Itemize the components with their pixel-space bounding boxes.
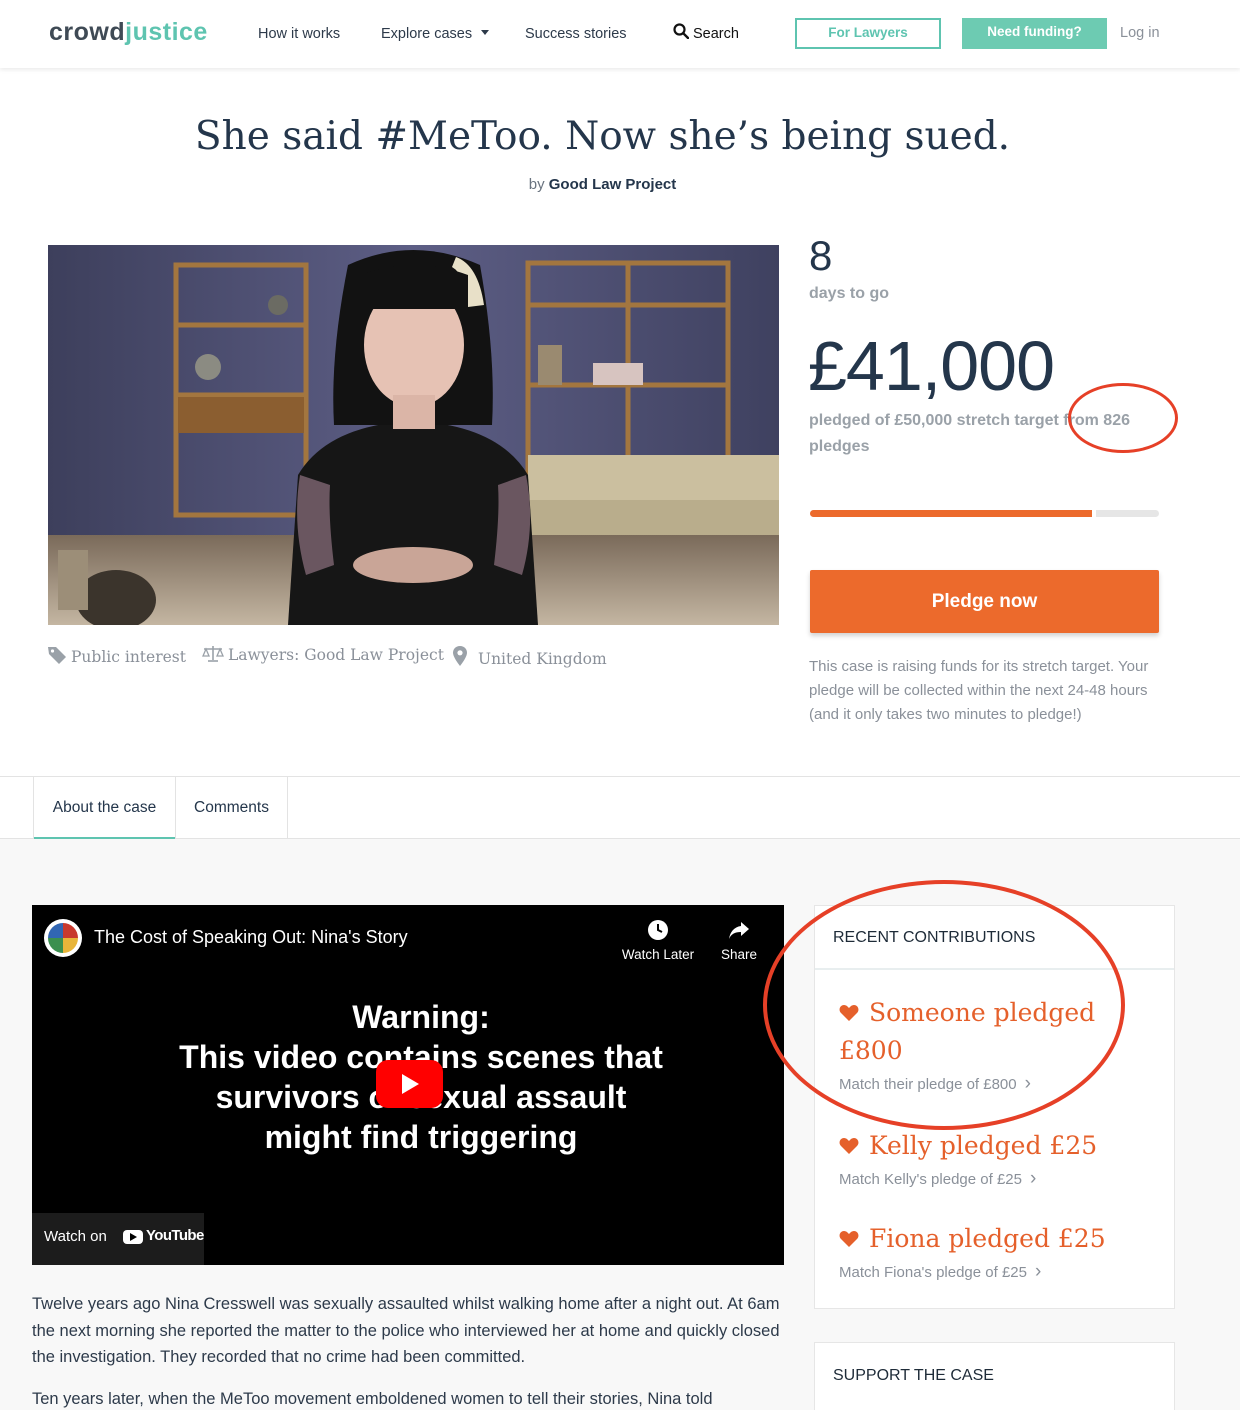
search-icon (673, 23, 690, 40)
for-lawyers-button[interactable]: For Lawyers (795, 18, 941, 49)
nav-explore-cases-dropdown[interactable]: Explore cases (381, 26, 489, 42)
contribution-item[interactable]: Someone pledged £800 Match their pledge … (839, 994, 1159, 1095)
nav-how-it-works[interactable]: How it works (258, 26, 340, 42)
case-hero-image (48, 245, 779, 625)
contribution-headline: Someone pledged £800 (839, 998, 1096, 1065)
nav-search[interactable]: Search (673, 23, 739, 42)
youtube-logo-icon (123, 1230, 143, 1244)
location-pin-icon (453, 646, 467, 666)
watch-on-youtube-button[interactable]: Watch on YouTube (32, 1213, 204, 1265)
heart-icon (839, 1005, 859, 1021)
pledged-summary: pledged of £50,000 stretch target from 8… (809, 412, 1130, 455)
heart-icon (839, 1231, 859, 1247)
description-paragraph: Twelve years ago Nina Cresswell was sexu… (32, 1295, 780, 1366)
search-label: Search (693, 26, 739, 42)
match-pledge-link[interactable]: Match their pledge of £800 (839, 1073, 1159, 1095)
tag-lawyers[interactable]: Lawyers: Good Law Project (202, 645, 444, 664)
tag-location[interactable]: United Kingdom (452, 645, 607, 668)
contribution-headline: Kelly pledged £25 (869, 1131, 1098, 1160)
description-paragraph: Ten years later, when the MeToo movement… (32, 1389, 713, 1408)
youtube-play-icon[interactable] (376, 1060, 443, 1108)
tab-comments[interactable]: Comments (176, 777, 288, 839)
support-the-case-heading: SUPPORT THE CASE (833, 1367, 994, 1384)
recent-contributions-heading: RECENT CONTRIBUTIONS (815, 906, 1174, 970)
byline-author-link[interactable]: Good Law Project (549, 176, 677, 193)
tag-category[interactable]: Public interest (47, 645, 186, 666)
recent-contributions-card: RECENT CONTRIBUTIONS Someone pledged £80… (814, 905, 1175, 1309)
tag-icon (48, 647, 66, 664)
channel-avatar[interactable] (44, 919, 82, 957)
case-byline: by Good Law Project (0, 176, 1205, 193)
youtube-video-embed[interactable]: The Cost of Speaking Out: Nina's Story W… (32, 905, 784, 1265)
nav-success-stories[interactable]: Success stories (525, 26, 627, 42)
share-arrow-icon (729, 922, 749, 939)
pledge-info-note: This case is raising funds for its stret… (809, 658, 1149, 723)
tab-about-the-case[interactable]: About the case (33, 777, 176, 840)
clock-icon (648, 920, 668, 940)
days-left-count: 8 (809, 232, 833, 279)
funding-progress-bar (810, 510, 1159, 517)
progress-fill (810, 510, 1097, 517)
crowdjustice-logo[interactable]: crowdjustice (49, 18, 208, 47)
channel-logo-icon (48, 923, 78, 953)
support-the-case-card: SUPPORT THE CASE (814, 1342, 1175, 1410)
video-title[interactable]: The Cost of Speaking Out: Nina's Story (94, 927, 408, 948)
share-button[interactable]: Share (714, 919, 764, 962)
case-description: Twelve years ago Nina Cresswell was sexu… (32, 1291, 792, 1410)
hero-photo-illustration (48, 245, 779, 625)
contribution-item[interactable]: Fiona pledged £25 Match Fiona's pledge o… (839, 1220, 1159, 1283)
case-title: She said #MeToo. Now she’s being sued. (194, 114, 1011, 159)
contribution-item[interactable]: Kelly pledged £25 Match Kelly's pledge o… (839, 1127, 1159, 1190)
days-left-label: days to go (809, 285, 890, 302)
match-pledge-link[interactable]: Match Fiona's pledge of £25 (839, 1261, 1159, 1283)
contribution-headline: Fiona pledged £25 (869, 1224, 1106, 1253)
amount-pledged: £41,000 (808, 327, 1055, 405)
pledge-now-button[interactable]: Pledge now (810, 570, 1159, 633)
scales-icon (202, 646, 224, 662)
case-tabs: About the case Comments (0, 776, 1240, 840)
byline-prefix: by (528, 176, 545, 193)
watch-later-button[interactable]: Watch Later (620, 919, 696, 962)
top-navbar: crowdjustice How it works Explore cases … (0, 0, 1240, 68)
login-link[interactable]: Log in (1120, 25, 1160, 41)
need-funding-button[interactable]: Need funding? (962, 18, 1107, 49)
match-pledge-link[interactable]: Match Kelly's pledge of £25 (839, 1168, 1159, 1190)
heart-icon (839, 1138, 859, 1154)
